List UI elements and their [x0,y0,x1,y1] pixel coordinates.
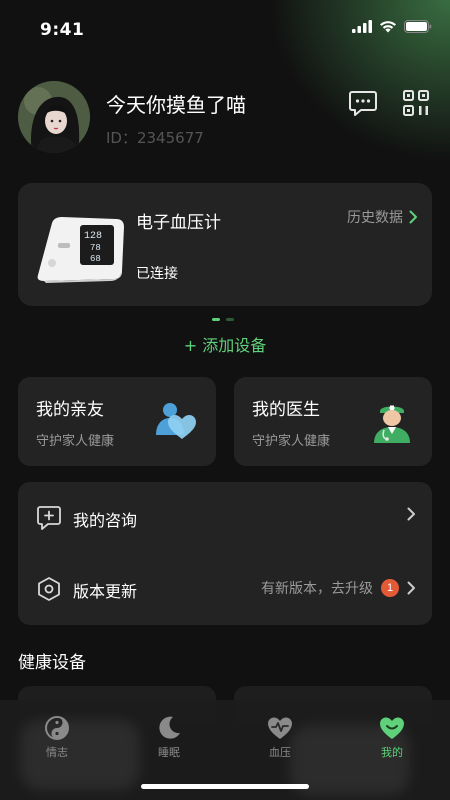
carousel-pager [212,318,234,321]
pager-dot [226,318,234,321]
update-badge: 1 [381,579,399,597]
chevron-right-icon [407,581,415,595]
tab-label: 血压 [269,746,291,759]
tab-sleep[interactable]: 睡眠 [139,714,199,764]
consultation-label: 我的咨询 [73,511,138,530]
tab-blood-pressure[interactable]: 血压 [250,714,310,764]
chevron-right-icon [407,507,415,521]
health-devices-section-title: 健康设备 [18,653,86,673]
cellular-signal-icon [352,20,372,33]
monitor-reading-diastolic: 78 [90,243,101,253]
status-icons [352,20,432,33]
app-screen: 9:41 今天你摸鱼了喵 ID：2345677 128 78 68 电子血压计 … [0,0,450,800]
family-card-subtitle: 守护家人健康 [36,434,115,449]
hexagon-settings-icon [38,577,60,601]
my-consultation-row[interactable]: 我的咨询 [18,493,432,543]
tab-label: 情志 [46,746,68,759]
qr-code-icon [403,90,429,116]
profile-name: 今天你摸鱼了喵 [106,93,246,117]
doctor-icon [374,405,410,443]
tab-emotion[interactable]: 情志 [27,714,87,764]
version-update-row[interactable]: 版本更新 有新版本，去升级 1 [18,564,432,614]
status-time: 9:41 [40,20,85,40]
wifi-icon [380,21,396,33]
profile-id: ID：2345677 [106,129,204,147]
moon-icon [159,716,180,739]
update-hint: 有新版本，去升级 [261,581,373,597]
add-device-button[interactable]: + 添加设备 [0,332,450,356]
version-update-row-right: 有新版本，去升级 1 [261,578,416,598]
blood-pressure-monitor-image: 128 78 68 [32,205,128,285]
profile-header: 今天你摸鱼了喵 ID：2345677 [18,81,432,155]
tab-mine[interactable]: 我的 [362,714,422,764]
device-name: 电子血压计 [136,213,221,233]
heart-smile-icon [380,717,404,739]
family-card-title: 我的亲友 [36,400,104,420]
battery-icon [404,20,432,33]
history-data-label: 历史数据 [347,210,403,226]
my-doctor-card[interactable]: 我的医生 守护家人健康 [234,377,432,466]
my-family-card[interactable]: 我的亲友 守护家人健康 [18,377,216,466]
heart-pulse-icon [268,717,292,739]
consultation-plus-icon [37,506,61,530]
consultation-row-right [407,507,416,521]
status-bar: 9:41 [0,0,450,60]
avatar-image [18,81,90,153]
monitor-reading-systolic: 128 [84,231,102,242]
settings-list-card: 我的咨询 版本更新 有新版本，去升级 1 [18,482,432,625]
monitor-reading-pulse: 68 [90,254,101,264]
doctor-card-title: 我的医生 [252,400,320,420]
version-update-label: 版本更新 [73,582,138,601]
avatar[interactable] [18,81,90,153]
device-connection-status: 已连接 [136,266,178,282]
doctor-card-subtitle: 守护家人健康 [252,434,331,449]
chat-bubble-icon [349,91,377,116]
home-indicator [141,784,309,789]
message-button[interactable] [348,89,378,117]
yin-yang-icon [45,716,69,740]
family-heart-icon [156,403,196,439]
tab-label: 睡眠 [158,746,180,759]
device-card[interactable]: 128 78 68 电子血压计 已连接 历史数据 [18,183,432,306]
pager-dot-active [212,318,220,321]
chevron-right-icon [409,210,417,224]
tab-label: 我的 [381,746,403,759]
qr-code-button[interactable] [402,89,430,117]
history-data-link[interactable]: 历史数据 [347,207,418,227]
